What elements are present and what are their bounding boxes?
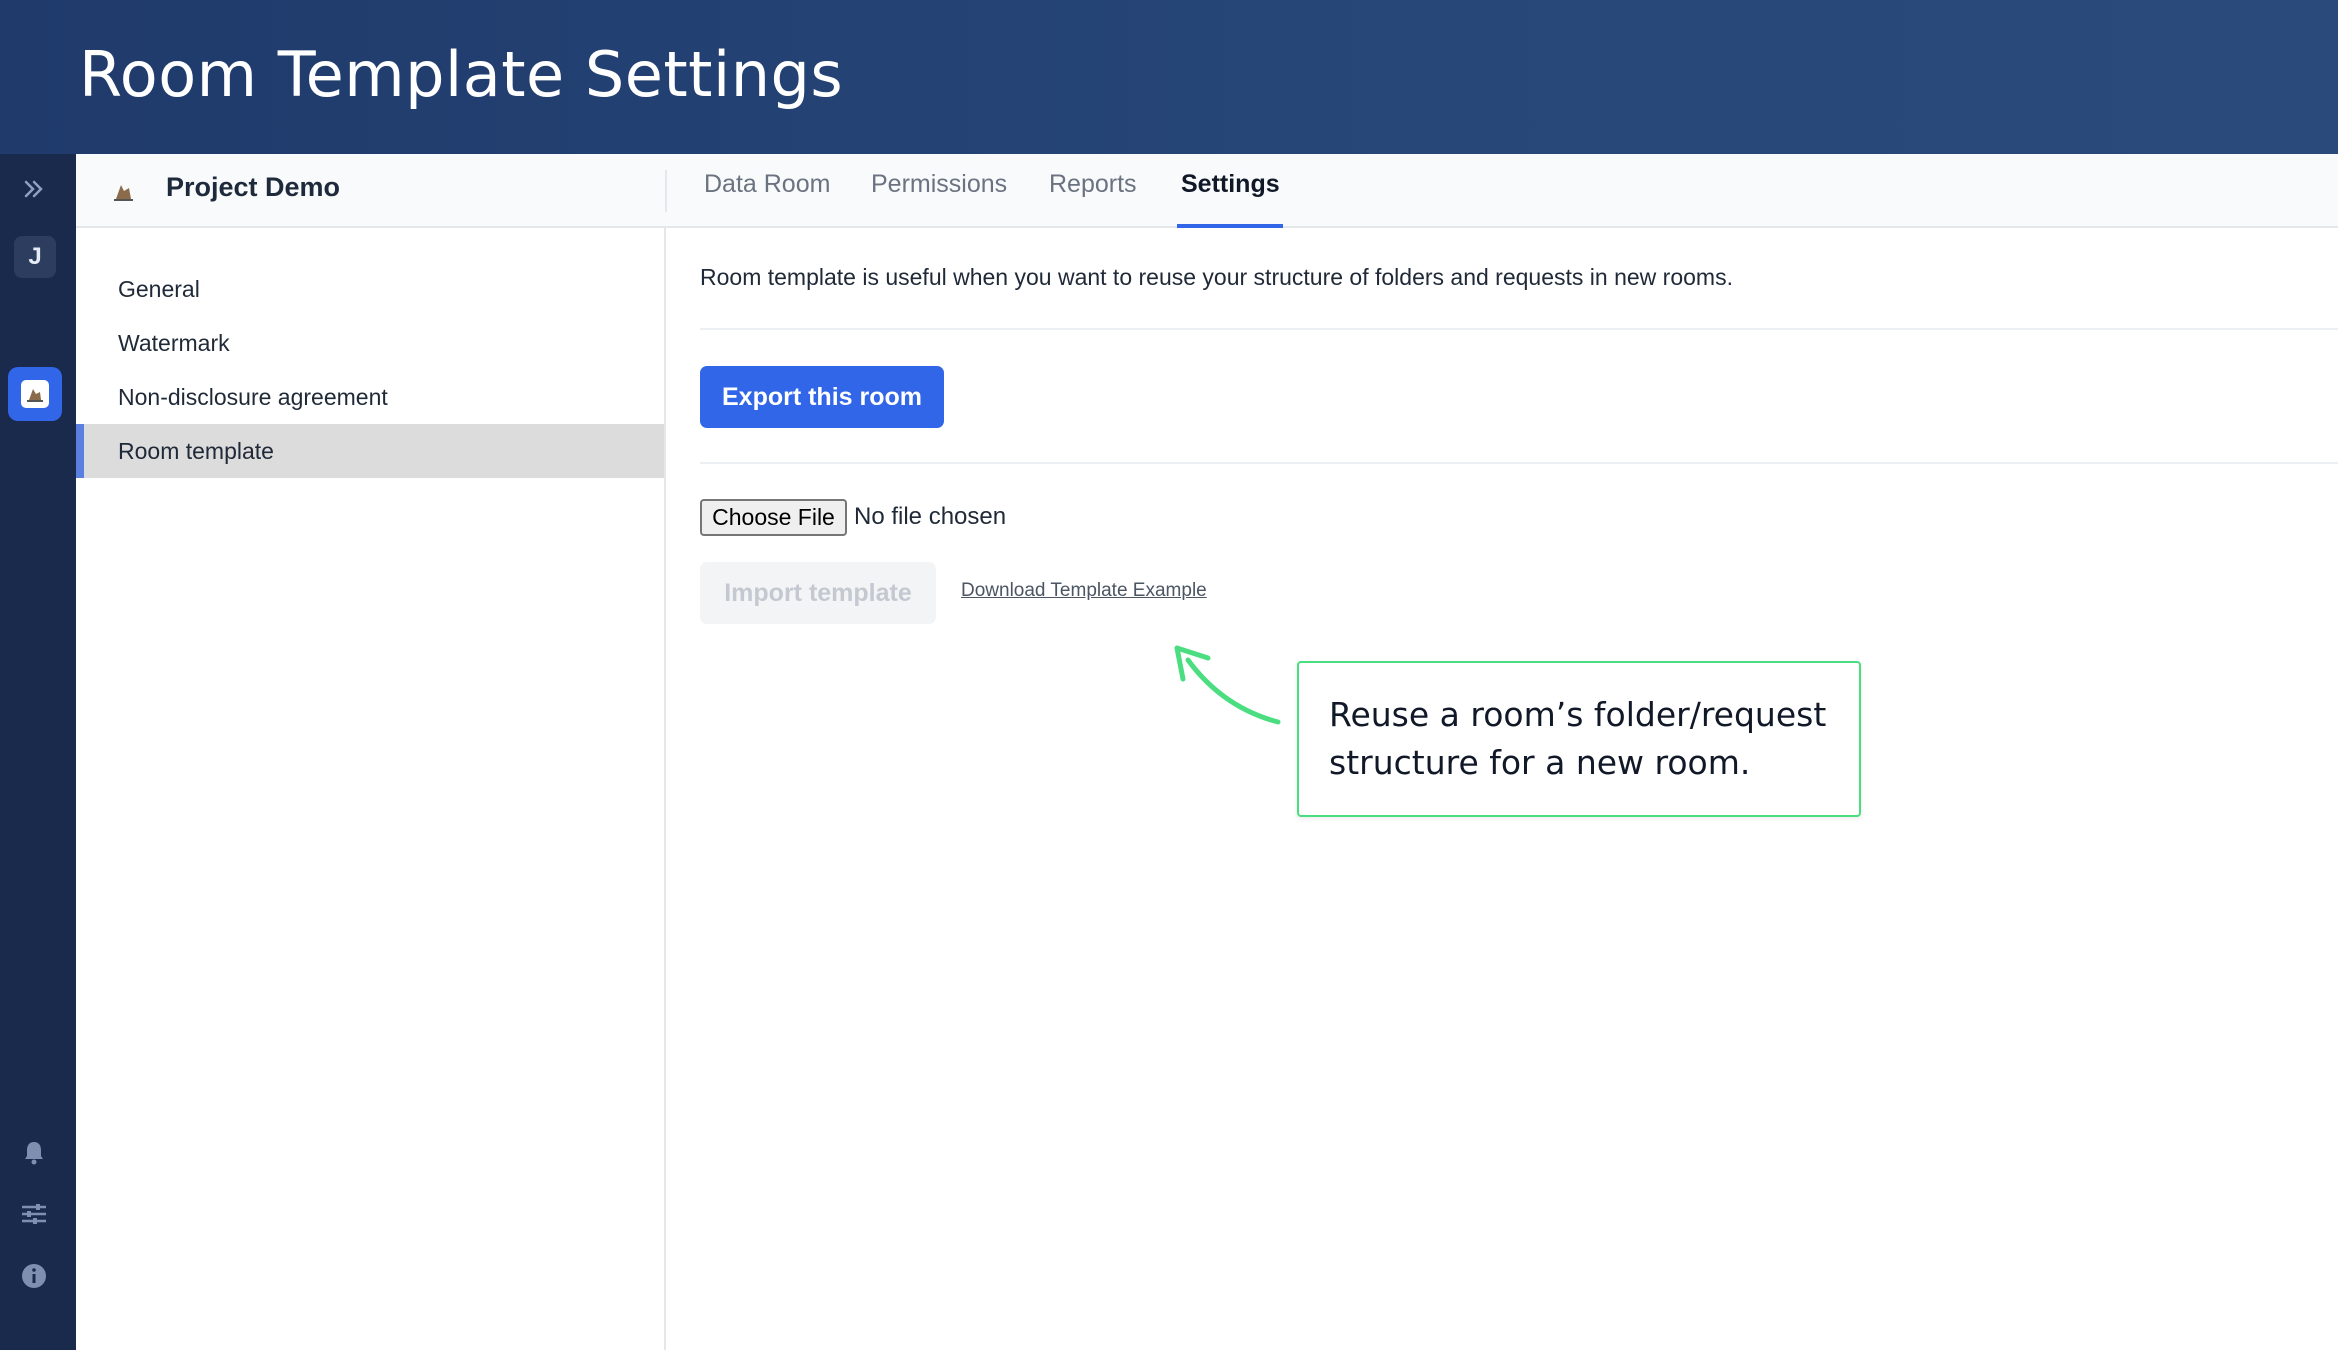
chevrons-right-icon[interactable] <box>19 174 49 204</box>
project-logo-icon <box>106 174 140 208</box>
sidebar-item-room-template[interactable]: Room template <box>76 424 664 478</box>
left-rail: J <box>0 154 76 1350</box>
sidebar-item-watermark[interactable]: Watermark <box>76 316 664 370</box>
header-divider <box>665 170 667 212</box>
bell-icon[interactable] <box>18 1136 50 1168</box>
divider <box>700 462 2338 464</box>
tab-settings[interactable]: Settings <box>1181 170 1280 228</box>
divider <box>700 328 2338 330</box>
import-template-button[interactable]: Import template <box>700 562 936 624</box>
sidebar-item-general[interactable]: General <box>76 262 664 316</box>
info-icon[interactable] <box>18 1260 50 1292</box>
project-name: Project Demo <box>166 172 341 202</box>
callout-box: Reuse a room’s folder/request structure … <box>1297 661 1861 817</box>
template-description: Room template is useful when you want to… <box>700 264 1733 290</box>
choose-file-button[interactable]: Choose File <box>700 499 847 536</box>
sidebar-item-nda[interactable]: Non-disclosure agreement <box>76 370 664 424</box>
tab-data-room[interactable]: Data Room <box>704 170 830 228</box>
avatar[interactable]: J <box>14 236 56 278</box>
app-logo-icon[interactable] <box>8 367 62 421</box>
sliders-icon[interactable] <box>18 1198 50 1230</box>
page-banner: Room Template Settings <box>0 0 2338 154</box>
file-status-text: No file chosen <box>854 503 1007 530</box>
tab-permissions[interactable]: Permissions <box>871 170 1007 228</box>
download-template-link[interactable]: Download Template Example <box>961 580 1207 602</box>
callout-arrow-icon <box>1174 645 1281 725</box>
project-header: Project Demo Data Room Permissions Repor… <box>76 154 2338 228</box>
export-room-button[interactable]: Export this room <box>700 366 944 428</box>
tab-reports[interactable]: Reports <box>1049 170 1137 228</box>
settings-sidebar: General Watermark Non-disclosure agreeme… <box>76 228 666 1350</box>
callout-text: Reuse a room’s folder/request structure … <box>1329 695 1827 782</box>
page-title: Room Template Settings <box>79 38 844 111</box>
